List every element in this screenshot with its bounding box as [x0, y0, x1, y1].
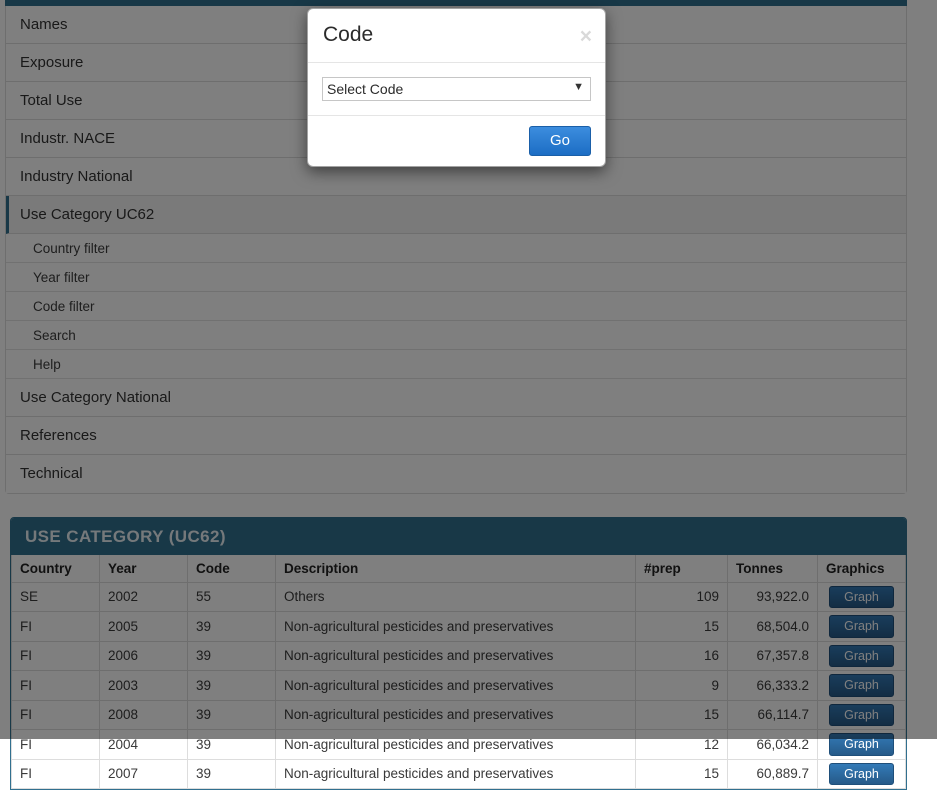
cell-tonnes: 60,889.7: [727, 759, 818, 789]
modal-body: Select Code ▼: [308, 63, 605, 116]
cell-country: FI: [11, 759, 100, 789]
cell-code: 39: [187, 759, 276, 789]
go-button[interactable]: Go: [528, 126, 591, 156]
cell-graphics: Graph: [817, 759, 906, 789]
code-select[interactable]: Select Code: [322, 77, 591, 101]
graph-button[interactable]: Graph: [829, 762, 894, 785]
code-modal: Code × Select Code ▼ Go: [307, 8, 606, 167]
modal-title: Code: [323, 23, 374, 46]
cell-year: 2007: [99, 759, 188, 789]
table-row: FI 2007 39 Non-agricultural pesticides and …: [11, 759, 906, 789]
cell-prep: 15: [635, 759, 728, 789]
close-icon[interactable]: ×: [580, 26, 592, 47]
modal-footer: Go: [308, 116, 605, 166]
cell-description: Non-agricultural pesticides and preserva…: [275, 759, 636, 789]
code-select-wrap: Select Code ▼: [322, 77, 591, 101]
modal-header: Code ×: [308, 9, 605, 63]
